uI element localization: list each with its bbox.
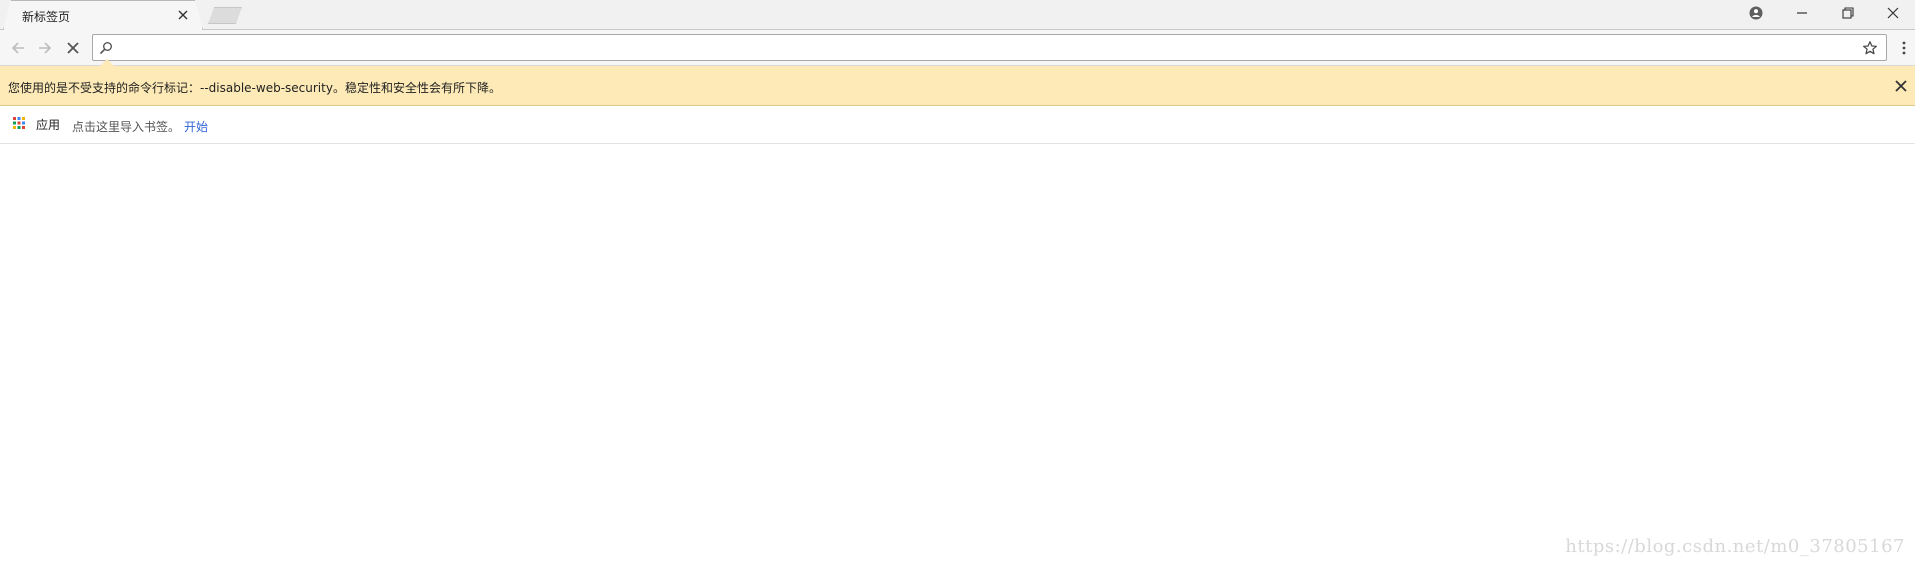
address-bar[interactable]	[92, 34, 1887, 61]
infobar-message: 您使用的是不受支持的命令行标记：--disable-web-security。稳…	[8, 81, 501, 95]
import-bookmarks-text: 点击这里导入书签。	[72, 120, 181, 134]
tab-new-tab[interactable]: 新标签页	[3, 0, 203, 30]
infobar-pointer	[100, 59, 114, 66]
restore-icon[interactable]	[1826, 0, 1870, 26]
bookmarks-bar: 应用 点击这里导入书签。 开始	[0, 106, 1915, 144]
toolbar	[0, 30, 1915, 66]
stop-icon[interactable]	[63, 38, 83, 58]
kebab-menu-icon[interactable]	[1895, 38, 1913, 58]
search-icon	[99, 41, 113, 55]
back-arrow-icon[interactable]	[8, 38, 28, 58]
new-tab-button[interactable]	[208, 7, 242, 24]
address-input[interactable]	[118, 38, 1842, 60]
watermark: https://blog.csdn.net/m0_37805167	[1565, 536, 1905, 557]
profile-icon[interactable]	[1734, 0, 1778, 26]
apps-shortcut[interactable]: 应用	[12, 116, 60, 133]
close-icon[interactable]	[1893, 78, 1909, 94]
tab-title: 新标签页	[22, 10, 71, 24]
tab-strip: 新标签页	[0, 0, 1915, 30]
close-icon[interactable]	[176, 8, 190, 22]
apps-grid-icon	[12, 116, 26, 133]
star-icon[interactable]	[1862, 40, 1878, 56]
window-close-icon[interactable]	[1871, 0, 1915, 26]
warning-infobar: 您使用的是不受支持的命令行标记：--disable-web-security。稳…	[0, 59, 1915, 106]
forward-arrow-icon[interactable]	[35, 38, 55, 58]
minimize-icon[interactable]	[1780, 0, 1824, 26]
apps-label: 应用	[36, 118, 61, 132]
start-import-link[interactable]: 开始	[184, 118, 208, 135]
